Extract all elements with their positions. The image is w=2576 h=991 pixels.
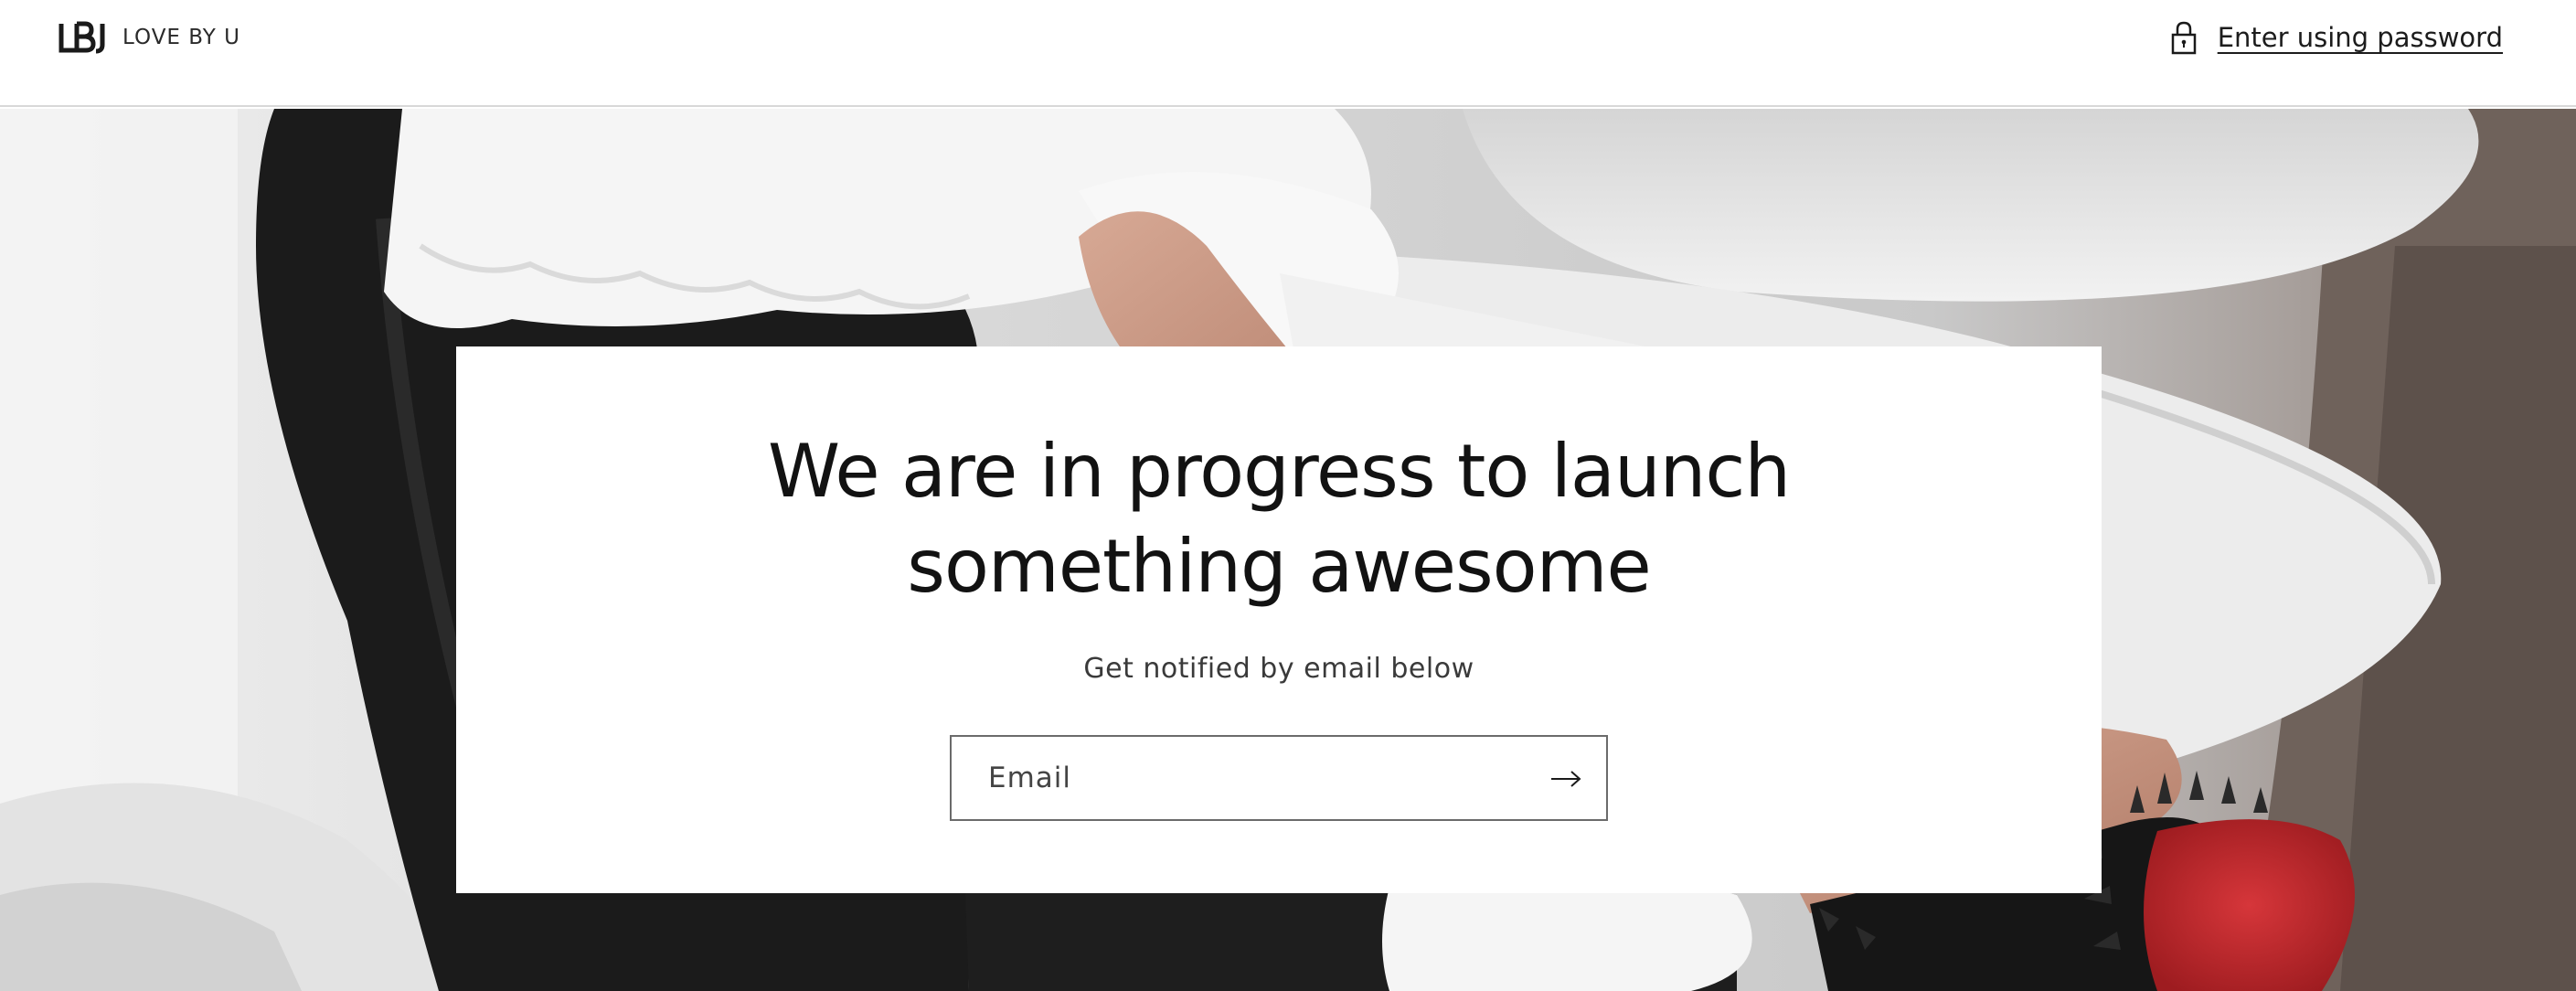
newsletter-card: We are in progress to launch something a… [456,346,2102,893]
enter-password-label: Enter using password [2217,22,2503,53]
enter-password-link[interactable]: Enter using password [2170,20,2503,55]
email-input[interactable] [952,737,1537,819]
notify-subtext: Get notified by email below [1083,653,1474,685]
page-title: We are in progress to launch something a… [767,429,1791,609]
arrow-right-icon [1551,771,1581,787]
brand-name: LOVE BY U [122,26,240,49]
brand-logo[interactable]: LOVE BY U [57,20,240,55]
lbu-logo-icon [59,21,105,54]
site-header: LOVE BY U Enter using password [0,0,2576,107]
email-signup-form [950,735,1608,821]
lock-icon [2171,21,2196,55]
subscribe-button[interactable] [1548,761,1584,797]
